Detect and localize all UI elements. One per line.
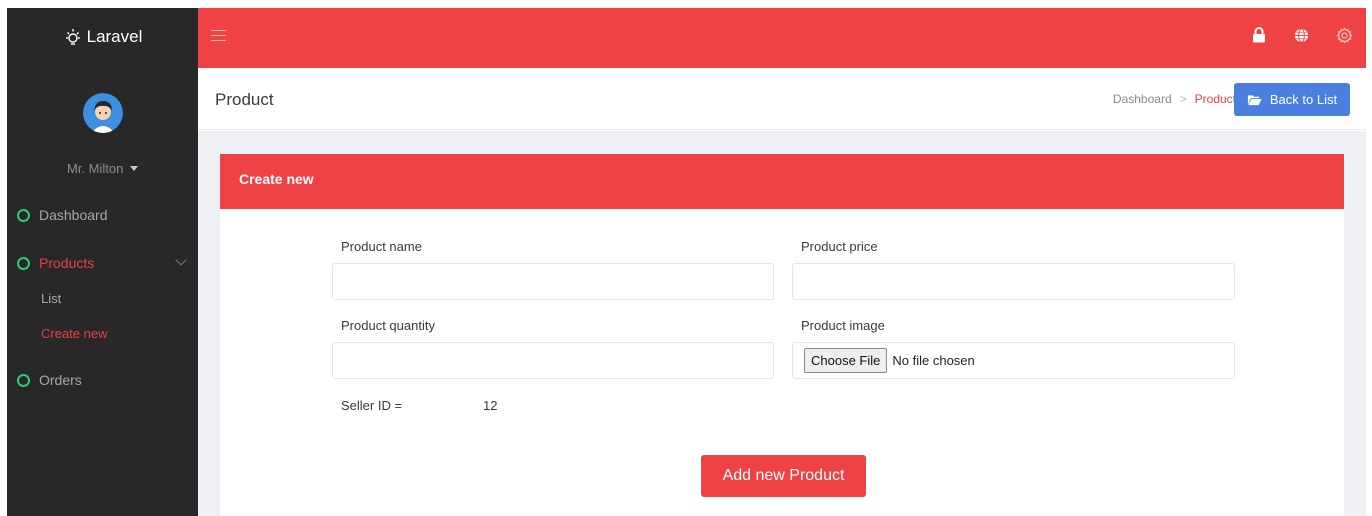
product-image-label: Product image <box>801 318 885 333</box>
product-name-label: Product name <box>341 239 422 254</box>
breadcrumb-dashboard[interactable]: Dashboard <box>1113 92 1172 106</box>
caret-down-icon <box>129 166 138 171</box>
seller-id-value: 12 <box>483 398 498 413</box>
top-bar <box>198 8 1366 68</box>
gear-icon[interactable] <box>1334 25 1354 45</box>
avatar[interactable] <box>83 93 123 133</box>
card-title: Create new <box>220 154 1344 209</box>
product-price-label: Product price <box>801 239 878 254</box>
sidebar-item-label: Orders <box>39 372 82 388</box>
chevron-right-icon: > <box>1179 92 1187 106</box>
product-quantity-input[interactable] <box>332 342 774 379</box>
chevron-down-icon <box>175 254 187 266</box>
circle-icon <box>17 373 30 387</box>
sidebar-subitem-create-new[interactable]: Create new <box>41 326 107 341</box>
brand[interactable]: Laravel <box>7 8 198 66</box>
sidebar-item-dashboard[interactable]: Dashboard <box>17 204 197 226</box>
lock-icon[interactable] <box>1249 25 1269 45</box>
page-title: Product <box>215 90 274 109</box>
product-quantity-label: Product quantity <box>341 318 435 333</box>
file-status: No file chosen <box>892 353 975 368</box>
page-header: Product Dashboard > Product Back to List <box>198 68 1366 130</box>
bulb-icon <box>63 27 83 47</box>
sidebar: Laravel Mr. Milton Dashboard Products Li… <box>7 8 198 516</box>
sidebar-item-label: Dashboard <box>39 207 108 223</box>
menu-icon[interactable] <box>211 30 226 42</box>
choose-file-button[interactable]: Choose File <box>804 348 888 373</box>
globe-icon[interactable] <box>1291 25 1311 45</box>
product-price-input[interactable] <box>792 263 1235 300</box>
add-new-product-button[interactable]: Add new Product <box>701 455 866 497</box>
product-name-input[interactable] <box>332 263 774 300</box>
brand-name: Laravel <box>86 27 143 46</box>
folder-open-icon <box>1247 94 1262 105</box>
user-name: Mr. Milton <box>67 161 124 176</box>
user-menu[interactable]: Mr. Milton <box>7 161 198 176</box>
seller-id-label: Seller ID = <box>341 398 403 413</box>
circle-icon <box>17 256 30 270</box>
back-to-list-button[interactable]: Back to List <box>1234 83 1350 116</box>
sidebar-subitem-list[interactable]: List <box>41 291 61 306</box>
back-to-list-label: Back to List <box>1269 92 1338 107</box>
circle-icon <box>17 208 30 222</box>
sidebar-item-products[interactable]: Products <box>17 252 197 274</box>
product-image-file-input: Choose File No file chosen <box>792 342 1235 379</box>
sidebar-item-label: Products <box>39 255 95 271</box>
breadcrumb-product: Product <box>1194 92 1236 106</box>
breadcrumb: Dashboard > Product <box>1113 92 1236 106</box>
sidebar-item-orders[interactable]: Orders <box>17 369 197 391</box>
